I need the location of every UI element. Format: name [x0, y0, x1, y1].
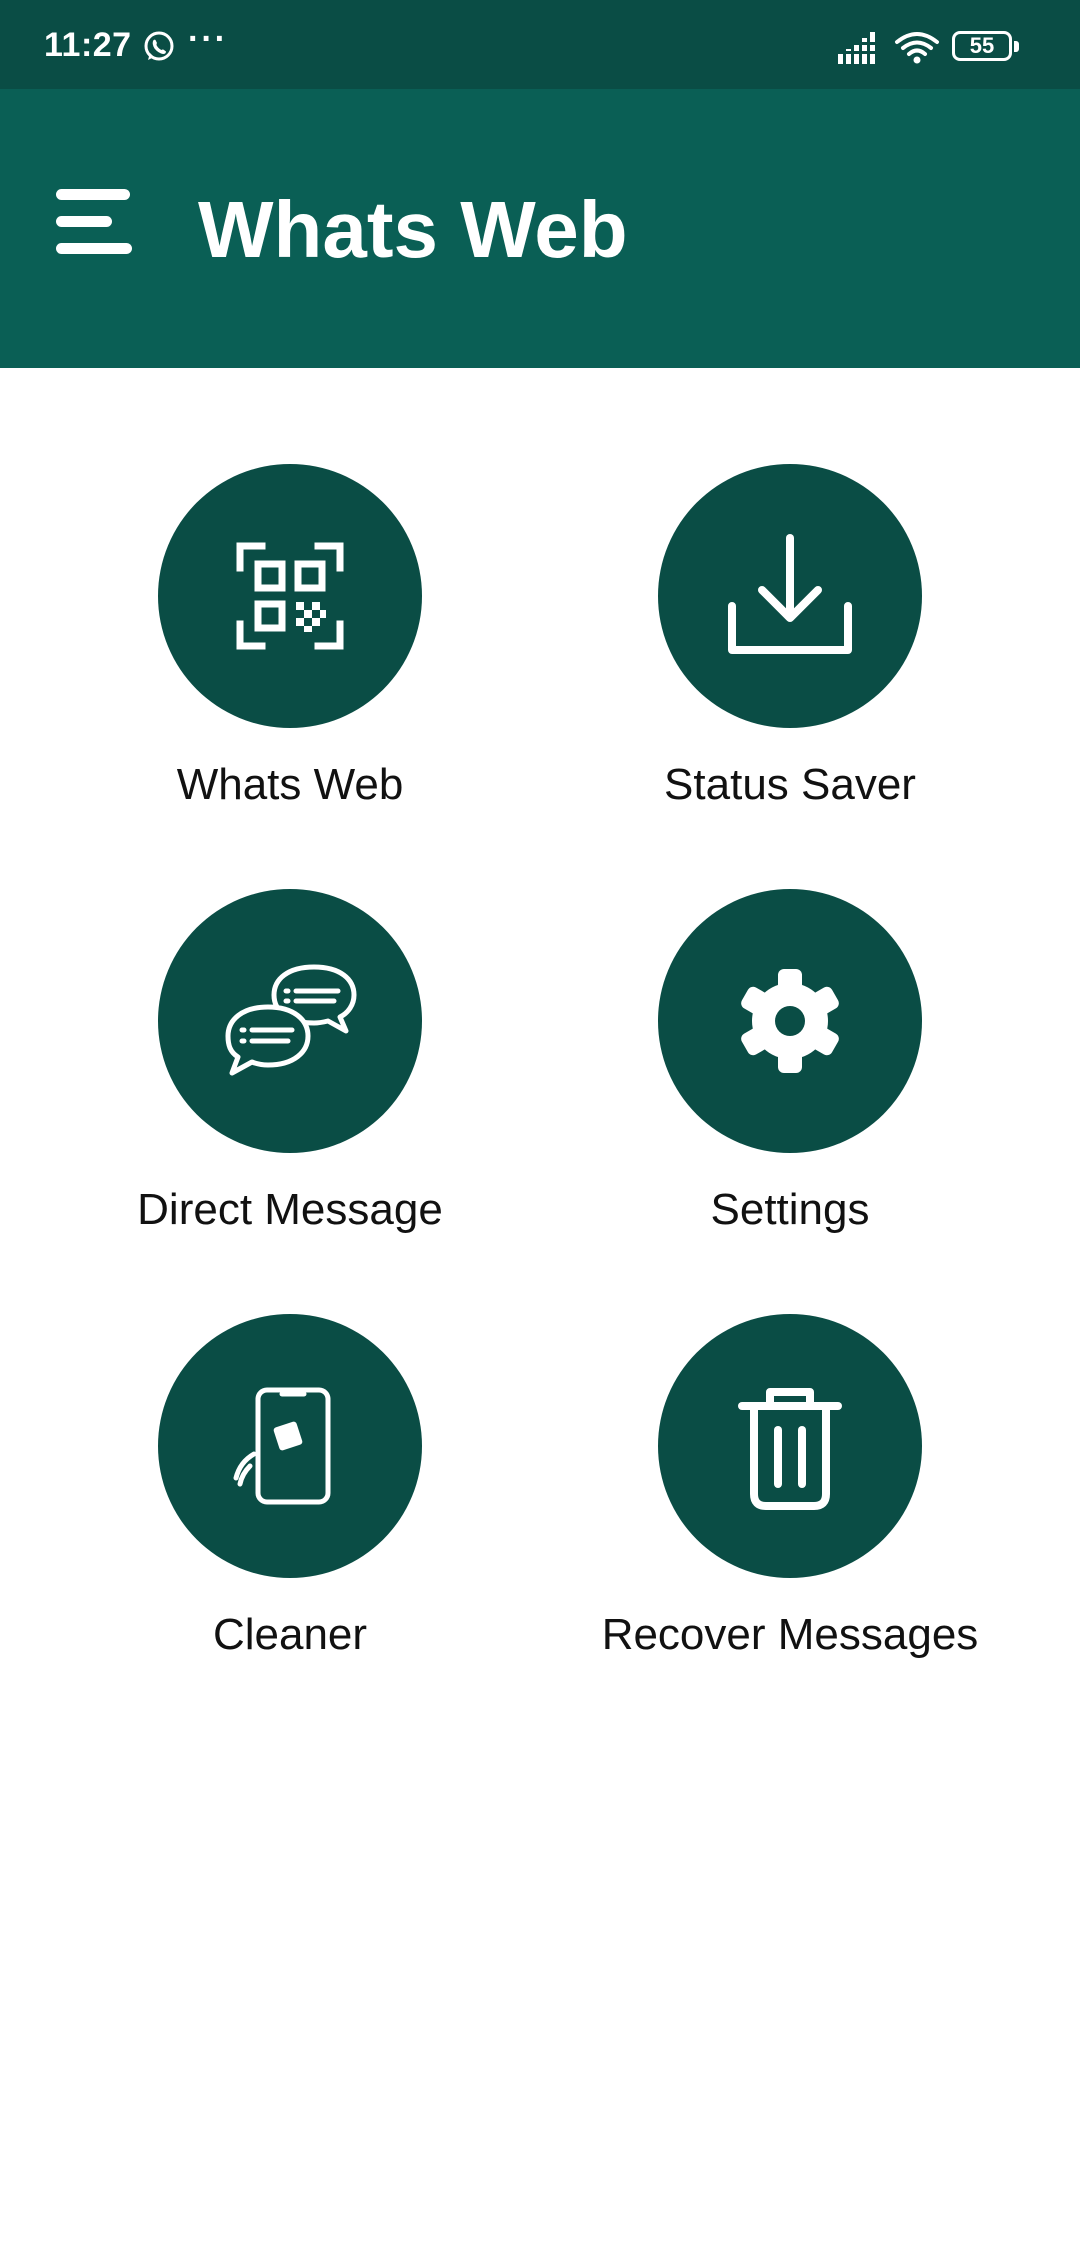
- tile-label: Settings: [710, 1185, 870, 1234]
- gear-icon: [741, 969, 839, 1073]
- cleaner-circle: [158, 1314, 422, 1578]
- recover-messages-circle: [658, 1314, 922, 1578]
- app-bar: Whats Web: [0, 89, 1080, 368]
- download-icon: [728, 534, 852, 654]
- tile-label: Status Saver: [664, 760, 916, 809]
- wifi-icon: [895, 32, 939, 64]
- menu-bar-bottom: [56, 243, 132, 254]
- tile-label: Whats Web: [176, 760, 404, 809]
- signal-icon: [838, 32, 875, 64]
- hamburger-menu-icon[interactable]: [40, 179, 140, 279]
- tile-label: Cleaner: [212, 1610, 368, 1659]
- chat-bubbles-icon: [225, 964, 357, 1076]
- settings-circle: [658, 889, 922, 1153]
- trash-icon: [738, 1388, 842, 1510]
- status-saver-circle: [658, 464, 922, 728]
- qr-code-scan-icon: [236, 542, 344, 650]
- whatsapp-icon: [144, 31, 174, 61]
- whats-web-circle: [158, 464, 422, 728]
- direct-message-circle: [158, 889, 422, 1153]
- more-notifications-indicator: ···: [188, 20, 228, 58]
- battery-tip: [1014, 41, 1019, 52]
- status-time: 11:27: [44, 26, 132, 64]
- battery-icon: 55: [952, 31, 1022, 65]
- status-bar: 11:27 ··· 55: [0, 0, 1080, 89]
- tile-label: Recover Messages: [601, 1610, 979, 1659]
- phone-cleaner-icon: [233, 1387, 331, 1505]
- menu-bar-middle: [56, 216, 112, 227]
- battery-level: 55: [969, 33, 995, 58]
- menu-bar-top: [56, 189, 130, 200]
- page-title: Whats Web: [198, 185, 628, 274]
- tile-label: Direct Message: [137, 1185, 443, 1234]
